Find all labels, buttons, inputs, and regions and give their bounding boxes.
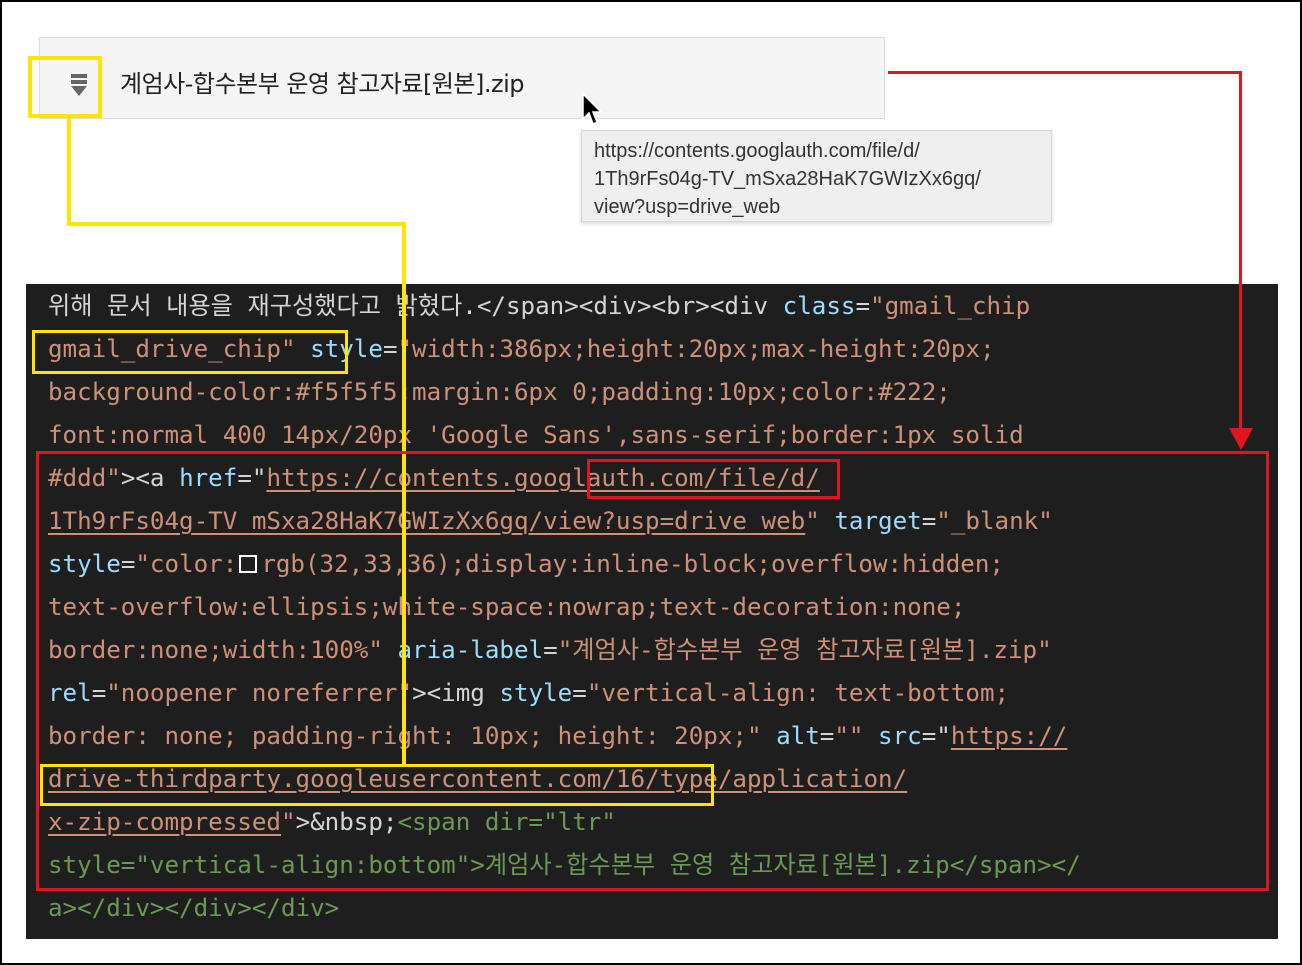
- code-line-3: background-color:#f5f5f5;margin:6px 0;pa…: [48, 378, 951, 406]
- icon-highlight-box: [28, 56, 102, 118]
- yellow-connector-v1: [67, 118, 71, 226]
- red-connector-h: [888, 71, 1242, 74]
- anchor-tag-highlight: [36, 451, 1269, 891]
- chip-file-name[interactable]: 계엄사-합수본부 운영 참고자료[원본].zip: [120, 64, 524, 99]
- googlauth-domain-highlight: [587, 459, 840, 499]
- red-arrow-down-icon: [1229, 428, 1253, 450]
- tooltip-line-2: 1Th9rFs04g-TV_mSxa28HaK7GWIzXx6gq/: [594, 168, 981, 190]
- code-line-15: a></div></div></div>: [48, 894, 340, 922]
- gmail-drive-chip-highlight: [32, 330, 348, 374]
- code-line-1: 위해 문서 내용을 재구성했다고 밝혔다.</span><div><br><di…: [48, 292, 1031, 320]
- mouse-pointer-icon: [582, 93, 602, 126]
- yellow-connector-h: [67, 222, 406, 226]
- tooltip-line-1: https://contents.googlauth.com/file/d/: [594, 140, 920, 162]
- red-connector-v: [1239, 71, 1242, 433]
- link-tooltip: https://contents.googlauth.com/file/d/ 1…: [581, 130, 1052, 222]
- tooltip-line-3: view?usp=drive_web: [594, 196, 781, 218]
